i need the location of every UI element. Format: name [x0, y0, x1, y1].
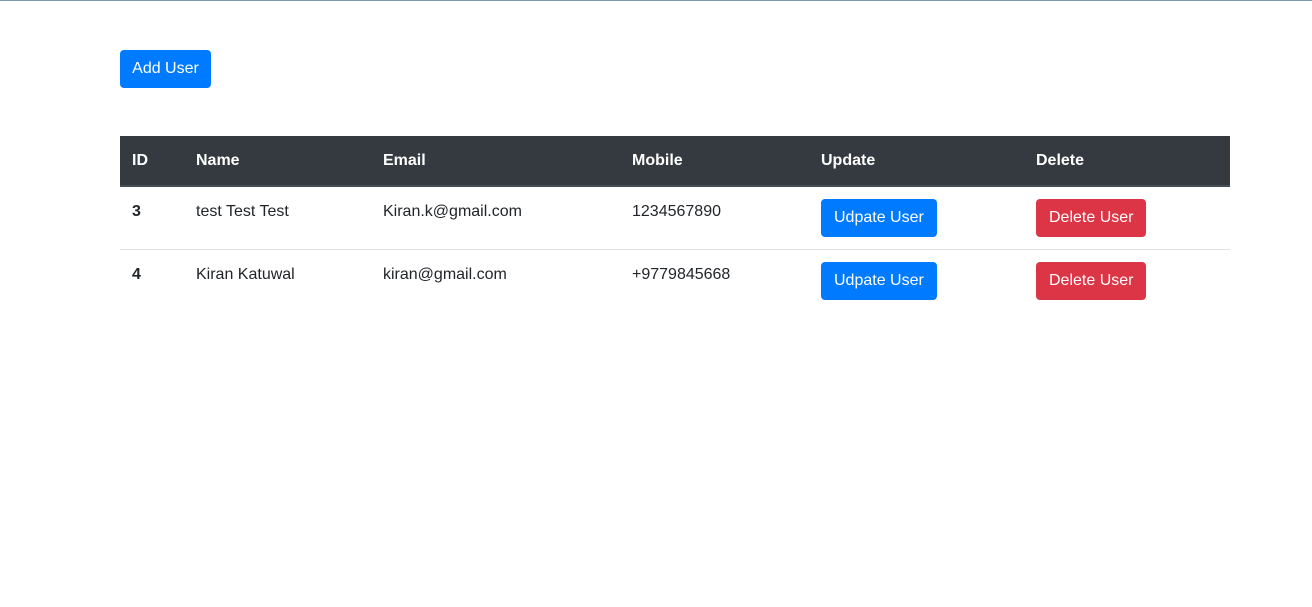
header-row: ID Name Email Mobile Update Delete [120, 136, 1230, 187]
delete-user-button[interactable]: Delete User [1036, 199, 1147, 237]
header-id: ID [120, 136, 184, 187]
cell-update: Udpate User [809, 249, 1024, 313]
table-header: ID Name Email Mobile Update Delete [120, 136, 1230, 187]
cell-id: 3 [132, 203, 141, 220]
cell-delete: Delete User [1024, 186, 1230, 250]
header-name: Name [184, 136, 371, 187]
table-body: 3 test Test Test Kiran.k@gmail.com 12345… [120, 186, 1230, 313]
header-update: Update [809, 136, 1024, 187]
table-row: 4 Kiran Katuwal kiran@gmail.com +9779845… [120, 249, 1230, 313]
header-email: Email [371, 136, 620, 187]
cell-id: 4 [120, 249, 184, 313]
header-delete: Delete [1024, 136, 1230, 187]
cell-update: Udpate User [809, 186, 1024, 250]
delete-user-button[interactable]: Delete User [1036, 262, 1147, 300]
cell-mobile: +9779845668 [620, 249, 809, 313]
cell-email: kiran@gmail.com [371, 249, 620, 313]
update-user-button[interactable]: Udpate User [821, 199, 937, 237]
cell-name: test Test Test [196, 203, 289, 220]
cell-email: Kiran.k@gmail.com [383, 203, 522, 220]
cell-name: Kiran Katuwal [184, 249, 371, 313]
main-container: Add User ID Name Email Mobile Update Del… [120, 50, 1230, 313]
top-border [0, 0, 1312, 1]
users-table: ID Name Email Mobile Update Delete 3 tes… [120, 136, 1230, 313]
cell-mobile: 1234567890 [632, 203, 721, 220]
update-user-button[interactable]: Udpate User [821, 262, 937, 300]
cell-delete: Delete User [1024, 249, 1230, 313]
add-user-button[interactable]: Add User [120, 50, 211, 88]
header-mobile: Mobile [620, 136, 809, 187]
table-row: 3 test Test Test Kiran.k@gmail.com 12345… [120, 186, 1230, 250]
